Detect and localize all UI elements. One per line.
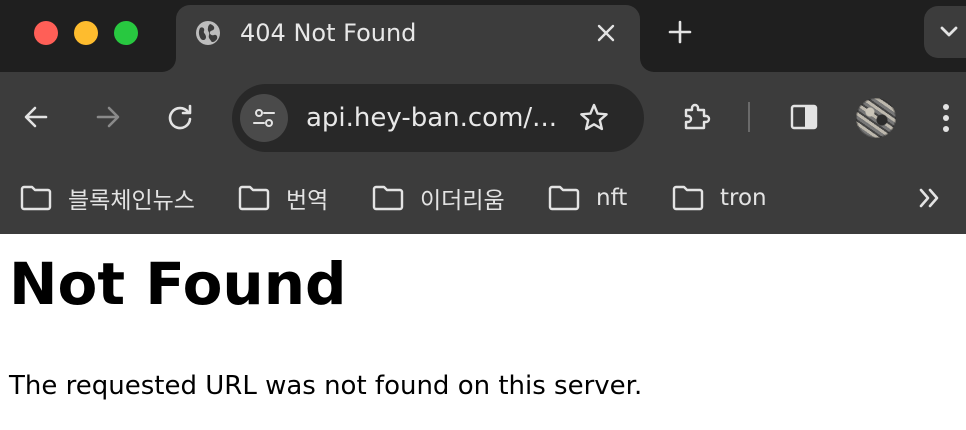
bookmark-folder[interactable]: nft: [548, 178, 627, 218]
more-vertical-icon[interactable]: [934, 100, 958, 136]
bookmark-label: 이더리움: [420, 188, 505, 214]
tab-corner-right: [640, 58, 654, 72]
tab-title: 404 Not Found: [240, 19, 417, 47]
bookmark-folder[interactable]: 이더리움: [372, 178, 505, 218]
chevron-down-icon: [940, 26, 958, 37]
site-info-button[interactable]: [240, 94, 288, 142]
bookmark-folder[interactable]: 번역: [238, 178, 328, 218]
side-panel-icon[interactable]: [788, 101, 820, 133]
page-title: Not Found: [9, 250, 347, 318]
bookmark-label: nft: [596, 185, 628, 211]
close-icon[interactable]: [594, 21, 618, 45]
url-text[interactable]: api.hey-ban.com/...: [306, 101, 557, 135]
tab-strip: 404 Not Found: [0, 0, 966, 72]
folder-icon: [238, 185, 270, 211]
puzzle-icon[interactable]: [680, 101, 712, 133]
tab-corner-left: [162, 58, 176, 72]
arrow-right-icon[interactable]: [92, 101, 124, 133]
arrow-left-icon[interactable]: [20, 101, 52, 133]
tab-search-button[interactable]: [924, 6, 966, 58]
window-minimize-button[interactable]: [74, 21, 98, 45]
address-bar[interactable]: api.hey-ban.com/...: [232, 84, 644, 152]
folder-icon: [372, 185, 404, 211]
bookmark-label: 블록체인뉴스: [68, 188, 195, 214]
toolbar: api.hey-ban.com/...: [0, 72, 966, 162]
bookmarks-bar: 블록체인뉴스 번역 이더리움 nft tron: [0, 162, 966, 234]
window-close-button[interactable]: [34, 21, 58, 45]
double-chevron-right-icon[interactable]: [916, 184, 944, 212]
globe-icon: [196, 21, 220, 45]
tab-active[interactable]: 404 Not Found: [162, 5, 654, 72]
reload-icon[interactable]: [164, 101, 196, 133]
bookmark-label: 번역: [286, 188, 329, 214]
bookmark-folder[interactable]: 블록체인뉴스: [20, 178, 195, 218]
folder-icon: [20, 185, 52, 211]
bookmark-label: tron: [720, 185, 767, 211]
star-icon[interactable]: [578, 102, 610, 134]
tune-icon: [253, 109, 275, 127]
bookmark-folder[interactable]: tron: [672, 178, 767, 218]
window-maximize-button[interactable]: [114, 21, 138, 45]
avatar[interactable]: [856, 98, 896, 138]
error-message: The requested URL was not found on this …: [9, 371, 643, 401]
page-content: Not Found The requested URL was not foun…: [0, 234, 966, 430]
plus-icon[interactable]: [666, 18, 694, 46]
folder-icon: [672, 185, 704, 211]
toolbar-separator: [748, 102, 750, 132]
folder-icon: [548, 185, 580, 211]
